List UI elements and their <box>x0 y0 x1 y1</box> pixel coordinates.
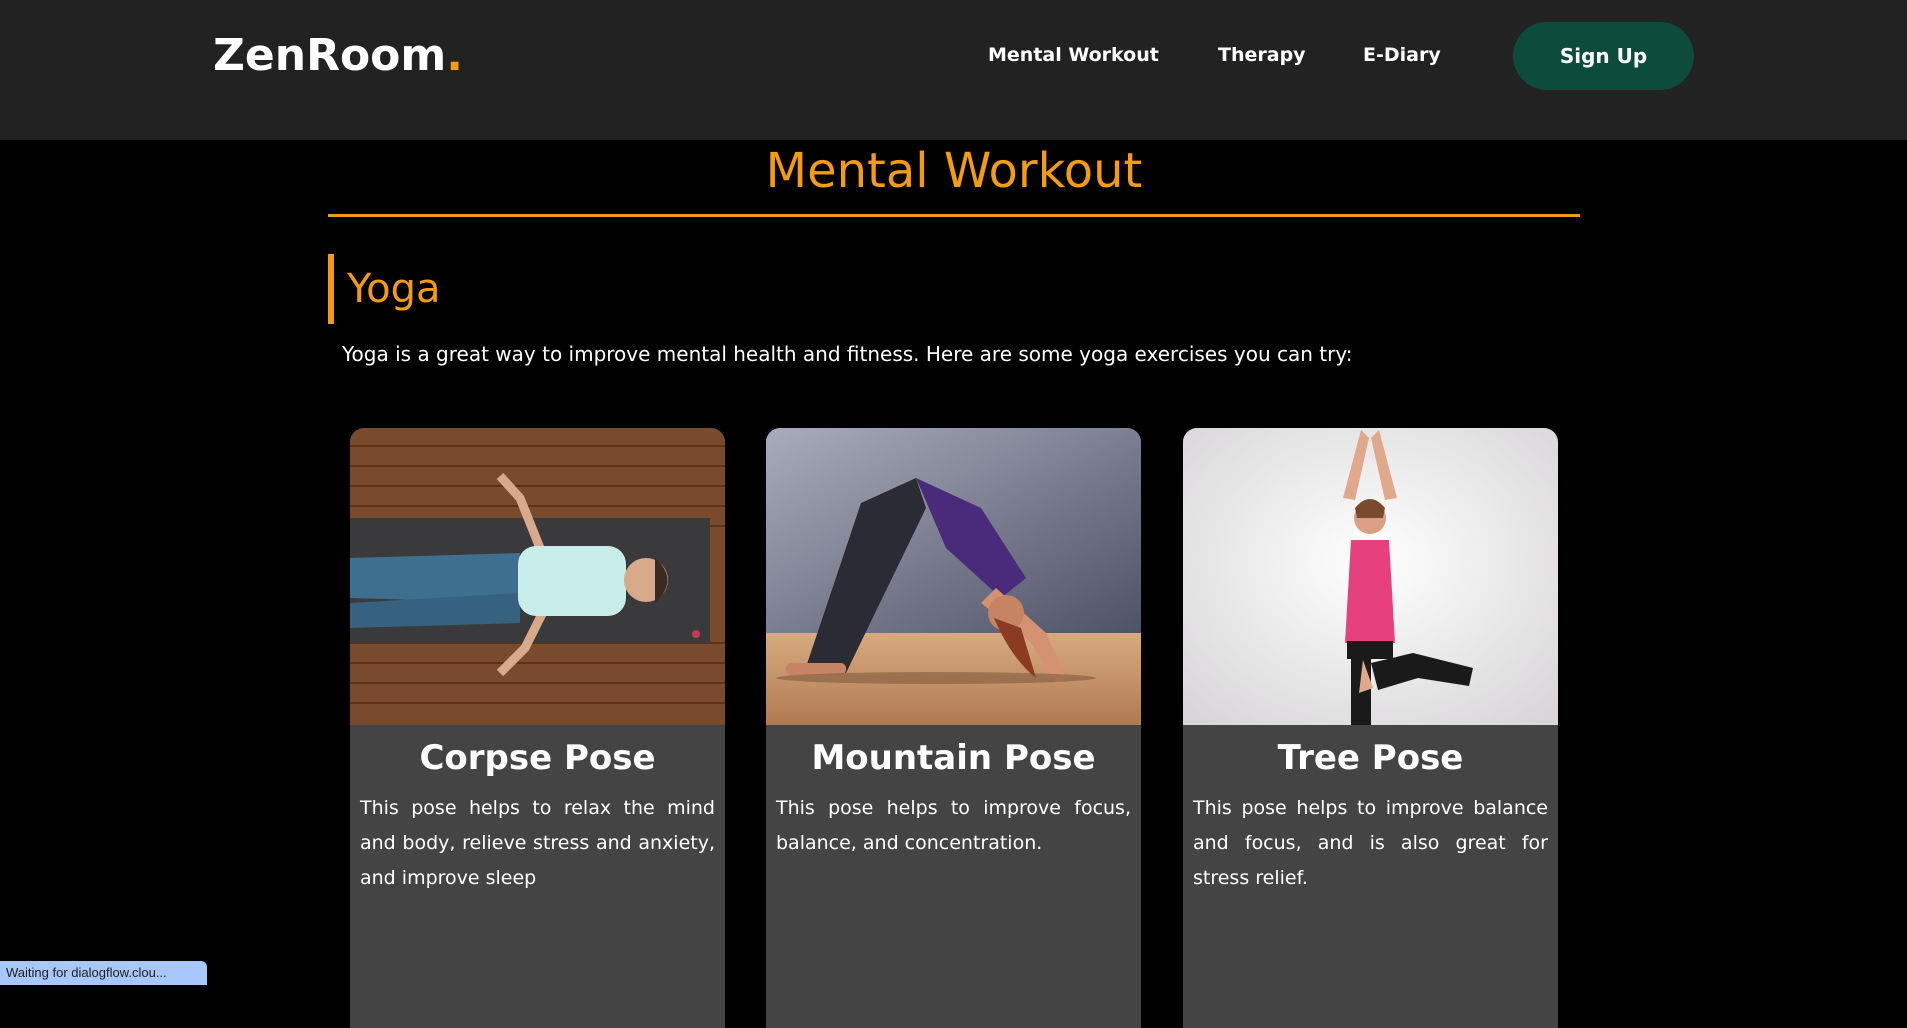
card-title: Tree Pose <box>1277 738 1464 778</box>
logo[interactable]: ZenRoom. <box>213 30 463 82</box>
title-divider <box>328 214 1580 217</box>
nav-link-mental-workout[interactable]: Mental Workout <box>988 42 1159 68</box>
card-title: Corpse Pose <box>419 738 656 778</box>
card-description: This pose helps to improve focus, balanc… <box>776 797 1131 854</box>
card-description: This pose helps to relax the mind and bo… <box>360 797 715 889</box>
nav-link-therapy[interactable]: Therapy <box>1218 42 1306 68</box>
nav-link-e-diary[interactable]: E-Diary <box>1363 42 1441 68</box>
sign-up-button[interactable]: Sign Up <box>1513 22 1694 90</box>
card-title: Mountain Pose <box>811 738 1096 778</box>
yoga-card-corpse-pose: Corpse Pose This pose helps to relax the… <box>350 428 725 1028</box>
yoga-card-mountain-pose: Mountain Pose This pose helps to improve… <box>766 428 1141 1028</box>
section-intro: Yoga is a great way to improve mental he… <box>342 342 1353 366</box>
section-heading-yoga: Yoga <box>328 254 441 324</box>
mountain-pose-image <box>766 428 1141 725</box>
logo-dot: . <box>446 30 463 81</box>
card-description: This pose helps to improve balance and f… <box>1193 797 1548 889</box>
browser-status-bar: Waiting for dialogflow.clou... <box>0 961 207 985</box>
yoga-card-tree-pose: Tree Pose This pose helps to improve bal… <box>1183 428 1558 1028</box>
page-title: Mental Workout <box>765 143 1143 199</box>
corpse-pose-image <box>350 428 725 725</box>
logo-text: ZenRoom <box>213 30 447 81</box>
top-navbar: ZenRoom. Mental Workout Therapy E-Diary … <box>0 0 1907 140</box>
tree-pose-image <box>1183 428 1558 725</box>
